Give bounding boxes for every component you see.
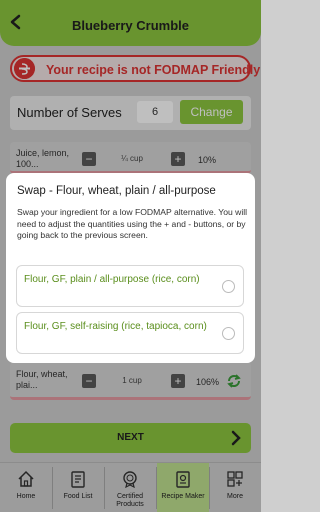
bottom-nav: Home Food List Certified Products Recipe… [0, 462, 261, 512]
nav-item-home[interactable]: Home [0, 463, 52, 512]
more-icon [227, 471, 243, 487]
increase-button[interactable]: + [171, 152, 185, 166]
ingredient-percent: 106% [196, 377, 220, 387]
radio-button[interactable] [222, 327, 235, 340]
warning-text: Your recipe is not FODMAP Friendly [46, 63, 261, 77]
not-fodmap-icon [14, 58, 35, 79]
decrease-button[interactable]: − [82, 152, 96, 166]
change-serves-button[interactable]: Change [180, 100, 243, 124]
fodmap-warning-banner: Your recipe is not FODMAP Friendly [10, 55, 260, 82]
serves-label: Number of Serves [17, 105, 122, 120]
serves-card: Number of Serves 6 Change [10, 96, 251, 130]
modal-description: Swap your ingredient for a low FODMAP al… [17, 207, 248, 240]
nav-label: More [227, 493, 243, 500]
nav-label: Recipe Maker [161, 493, 205, 500]
ingredient-quantity: 1 cup [122, 376, 142, 385]
serves-input[interactable]: 6 [137, 101, 173, 123]
chevron-right-icon [231, 430, 241, 446]
page-title: Blueberry Crumble [71, 18, 190, 33]
nav-item-recipe-maker[interactable]: Recipe Maker [157, 463, 209, 512]
nav-label: Certified Products [116, 493, 144, 508]
recipe-icon [176, 471, 190, 488]
swap-option[interactable]: Flour, GF, self-raising (rice, tapioca, … [16, 312, 244, 354]
swap-option[interactable]: Flour, GF, plain / all-purpose (rice, co… [16, 265, 244, 307]
app-header: Blueberry Crumble [0, 0, 261, 46]
ingredient-quantity: ¼ cup [121, 154, 143, 163]
nav-label: Food List [63, 493, 93, 500]
nav-item-more[interactable]: More [209, 463, 261, 512]
increase-button[interactable]: + [171, 374, 185, 388]
certified-icon [123, 471, 137, 488]
ingredient-percent: 10% [198, 155, 217, 165]
home-icon [18, 470, 34, 487]
ingredient-row: Juice, lemon, 100... − ¼ cup + 10% [10, 142, 251, 174]
swap-ingredient-modal: Swap - Flour, wheat, plain / all-purpose… [6, 173, 255, 363]
ingredient-name: Flour, wheat, plai... [16, 369, 68, 390]
radio-button[interactable] [222, 280, 235, 293]
swap-option-label: Flour, GF, plain / all-purpose (rice, co… [24, 274, 200, 285]
decrease-button[interactable]: − [82, 374, 96, 388]
modal-title: Swap - Flour, wheat, plain / all-purpose [17, 185, 216, 197]
swap-icon[interactable] [226, 373, 242, 389]
swap-option-label: Flour, GF, self-raising (rice, tapioca, … [24, 321, 207, 332]
nav-item-certified-products[interactable]: Certified Products [104, 463, 156, 512]
next-button[interactable]: NEXT [10, 423, 251, 453]
food-list-icon [71, 471, 85, 488]
nav-item-food-list[interactable]: Food List [52, 463, 104, 512]
nav-label: Home [16, 493, 36, 500]
ingredient-name: Juice, lemon, 100... [16, 148, 70, 169]
ingredient-row: Flour, wheat, plai... − 1 cup + 106% [10, 362, 251, 400]
next-label: NEXT [117, 432, 144, 443]
